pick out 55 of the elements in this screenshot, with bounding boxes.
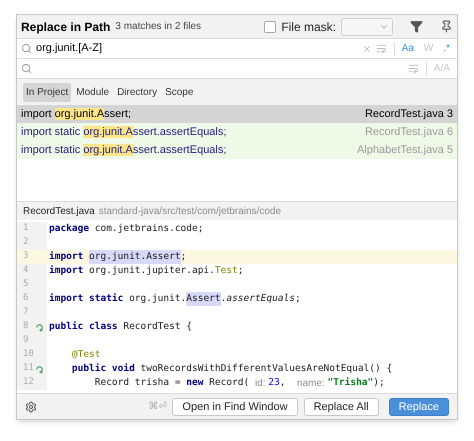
new-line-icon[interactable] bbox=[376, 43, 387, 54]
code-line: Record trisha = new Record( id: 23, name: "Trisha"); bbox=[94, 376, 385, 390]
result-text: import org.junit.Assert; bbox=[21, 106, 132, 122]
code-line: public class RecordTest { bbox=[48, 320, 192, 334]
preview-file-path: standard-java/src/test/com/jetbrains/code bbox=[98, 204, 282, 218]
filter-icon[interactable] bbox=[410, 20, 423, 33]
result-text: import static org.junit.Assert.assertEquals; bbox=[21, 142, 226, 158]
code-line: public void twoRecordsWithDifferentValuesAreNotEqual() { bbox=[70, 362, 392, 376]
line-number: 10 bbox=[23, 348, 35, 362]
line-number: 9 bbox=[23, 334, 30, 348]
line-number: 5 bbox=[23, 278, 30, 292]
shortcut-hint: ⌘⏎ bbox=[148, 400, 166, 414]
dialog-title: Replace in Path bbox=[21, 18, 110, 36]
result-text: import static org.junit.Assert.assertEquals; bbox=[21, 124, 226, 140]
line-number: 7 bbox=[23, 306, 30, 320]
line-number: 2 bbox=[23, 236, 30, 250]
result-row[interactable]: import org.junit.Assert; RecordTest.java 3 bbox=[17, 105, 457, 123]
run-icon[interactable] bbox=[35, 364, 44, 374]
settings-icon[interactable] bbox=[25, 400, 37, 412]
line-number: 6 bbox=[23, 292, 30, 306]
match-summary: 3 matches in 2 files bbox=[115, 20, 201, 34]
line-number: 11 bbox=[23, 362, 35, 376]
file-mask-label: File mask: bbox=[281, 18, 336, 36]
scope-tab[interactable]: Module bbox=[73, 82, 112, 102]
search-icon bbox=[21, 43, 32, 54]
scope-tab[interactable]: In Project bbox=[23, 82, 72, 102]
line-number: 1 bbox=[23, 222, 30, 236]
dialog-button[interactable]: Replace All bbox=[304, 398, 379, 416]
code-line: @Test bbox=[70, 348, 100, 362]
code-line: import static org.junit.Assert.assertEquals; bbox=[47, 292, 301, 306]
file-mask-checkbox[interactable] bbox=[264, 20, 276, 32]
run-icon[interactable] bbox=[35, 322, 44, 332]
line-number: 4 bbox=[23, 264, 30, 278]
file-mask-dropdown[interactable] bbox=[341, 18, 393, 36]
search-field[interactable]: org.junit.[A-Z] Aa W .* bbox=[17, 39, 457, 59]
result-row[interactable]: import static org.junit.Assert.assertEquals; AlphabetTest.java 5 bbox=[17, 141, 457, 159]
scope-tab[interactable]: Directory bbox=[114, 82, 160, 102]
line-number: 3 bbox=[23, 250, 30, 264]
pin-icon[interactable] bbox=[440, 20, 453, 33]
result-location: RecordTest.java 3 bbox=[364, 106, 453, 122]
result-row[interactable]: import static org.junit.Assert.assertEquals; RecordTest.java 6 bbox=[17, 123, 457, 141]
new-line-icon[interactable] bbox=[408, 63, 419, 74]
clear-icon[interactable] bbox=[362, 44, 372, 54]
line-number: 12 bbox=[23, 376, 35, 390]
result-location: RecordTest.java 6 bbox=[364, 124, 453, 140]
line-number: 8 bbox=[23, 320, 30, 334]
result-location: AlphabetTest.java 5 bbox=[356, 142, 453, 158]
search-option-toggle[interactable]: .* bbox=[440, 44, 453, 54]
preview-file-name: RecordTest.java bbox=[23, 204, 95, 218]
code-line: package com.jetbrains.code; bbox=[48, 222, 204, 236]
scope-tab[interactable]: Scope bbox=[162, 82, 196, 102]
code-line: import org.junit.jupiter.api.Test; bbox=[48, 264, 244, 278]
search-icon bbox=[21, 63, 32, 74]
dialog-button[interactable]: Open in Find Window bbox=[172, 398, 298, 416]
search-value: org.junit.[A-Z] bbox=[36, 41, 102, 56]
